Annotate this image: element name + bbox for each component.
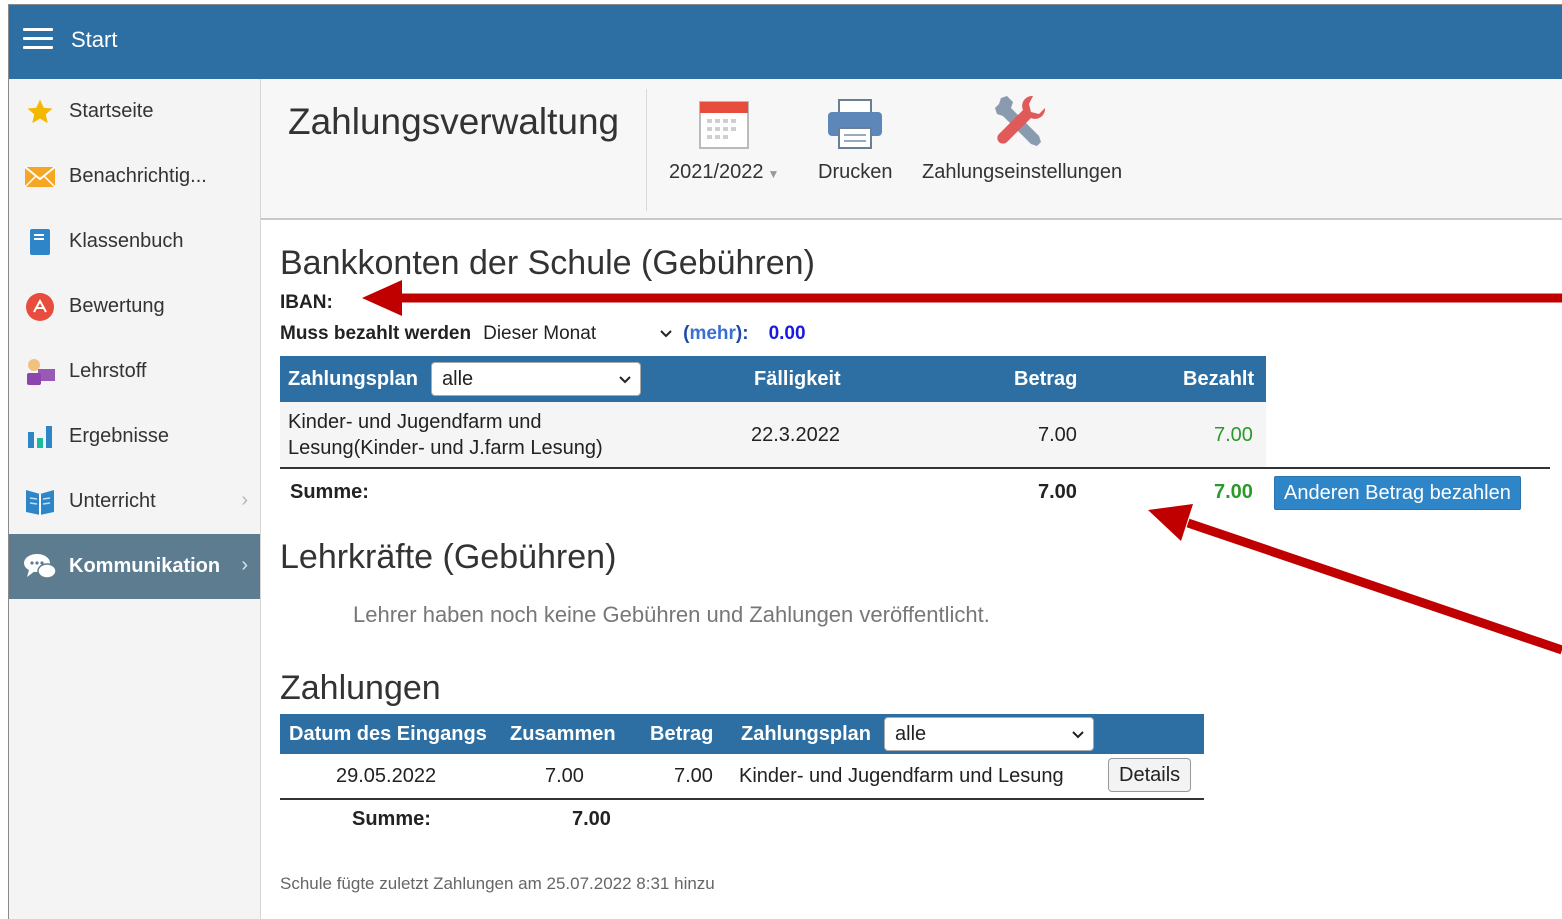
school-year-dropdown[interactable]: 2021/2022 ▼ [669,97,779,184]
fees-table-header: Zahlungsplan alle Fälligkeit Betrag Beza… [280,356,1266,402]
fee-amount: 7.00 [1038,423,1077,446]
bar-chart-icon [23,420,57,454]
plan-filter-value: alle [442,367,474,390]
payments-plan-filter-select[interactable]: alle [884,717,1094,751]
book-icon [23,225,57,259]
table-row: 29.05.2022 7.00 7.00 Kinder- und Jugendf… [280,754,1204,798]
must-pay-value: 0.00 [768,323,806,344]
school-year-label: 2021/2022 [669,161,764,183]
sidebar-item-label: Bewertung [69,295,165,317]
main-content: Bankkonten der Schule (Gebühren) IBAN: M… [261,222,1562,919]
top-bar-title[interactable]: Start [71,27,117,53]
teachers-heading: Lehrkräfte (Gebühren) [280,538,617,576]
column-header-plan: Zahlungsplan [741,722,871,745]
chat-icon [23,550,57,584]
sidebar-item-klassenbuch[interactable]: Klassenbuch [9,209,260,274]
sum-paid: 7.00 [1214,480,1253,503]
column-header-date: Datum des Eingangs [289,722,487,745]
payment-total: 7.00 [545,764,584,787]
sidebar-item-label: Lehrstoff [69,360,147,382]
tools-icon [993,92,1051,155]
envelope-icon [23,160,57,194]
sidebar-item-kommunikation[interactable]: Kommunikation › [9,534,260,599]
sidebar-item-unterricht[interactable]: Unterricht › [9,469,260,534]
chevron-down-icon [618,368,632,391]
toolbar-divider [646,89,647,211]
details-button[interactable]: Details [1108,758,1192,792]
toolbar: Zahlungsverwaltung 2021/2022 ▼ Drucken Z… [261,79,1562,220]
top-bar: Start [9,5,1562,79]
plan-filter-select[interactable]: alle [431,362,641,396]
sidebar-item-ergebnisse[interactable]: Ergebnisse [9,404,260,469]
month-select-value: Dieser Monat [483,323,597,344]
sidebar-item-label: Ergebnisse [69,425,170,447]
more-link[interactable]: mehr [689,323,735,344]
hamburger-menu-icon[interactable] [23,28,53,52]
sidebar-item-label: Startseite [69,100,154,122]
sidebar-item-benachrichtigungen[interactable]: Benachrichtig... [9,144,260,209]
payment-amount: 7.00 [674,764,713,787]
pay-other-amount-button[interactable]: Anderen Betrag bezahlen [1274,476,1521,510]
column-header-amount: Betrag [650,722,714,745]
grade-icon [23,290,57,324]
sidebar-item-label: Kommunikation [69,555,221,577]
sidebar-item-startseite[interactable]: Startseite [9,79,260,144]
star-icon [23,95,57,129]
sidebar-item-bewertung[interactable]: Bewertung [9,274,260,339]
column-header-plan: Zahlungsplan [288,367,418,390]
sum-label: Summe: [290,480,369,503]
iban-label: IBAN: [280,292,333,313]
payment-settings-button[interactable]: Zahlungseinstellungen [922,95,1123,184]
column-header-due: Fälligkeit [754,367,841,390]
sidebar: Startseite Benachrichtig... Klassenbuch … [9,79,261,919]
fee-paid: 7.00 [1214,423,1253,446]
printer-icon [826,98,884,155]
app-window: Start Startseite Benachrichtig... Klasse… [8,4,1562,919]
payment-plan: Kinder- und Jugendfarm und Lesung [739,764,1064,787]
caret-down-icon: ▼ [767,167,780,181]
last-payment-note: Schule fügte zuletzt Zahlungen am 25.07.… [280,874,715,893]
chevron-right-icon: › [241,489,248,511]
column-header-amount: Betrag [1014,367,1078,390]
month-select[interactable]: Dieser Monat [483,323,679,345]
print-button[interactable]: Drucken [818,97,892,184]
calendar-icon [699,98,750,155]
more-info: (mehr): [683,323,749,344]
sidebar-item-label: Klassenbuch [69,230,184,252]
divider [280,467,1550,469]
sidebar-item-label: Unterricht [69,490,156,512]
chevron-right-icon: › [241,554,248,576]
sum-total: 7.00 [572,807,611,830]
payments-sum-row: Summe: 7.00 [280,800,1204,838]
fee-due-date: 22.3.2022 [751,423,840,446]
sidebar-item-label: Benachrichtig... [69,165,207,187]
sum-label: Summe: [352,807,431,830]
fee-name: Kinder- und Jugendfarm und Lesung(Kinder… [288,411,603,459]
plan-filter-value: alle [895,722,927,745]
page-title: Zahlungsverwaltung [288,101,620,142]
payment-date: 29.05.2022 [336,764,437,787]
payments-table-header: Datum des Eingangs Zusammen Betrag Zahlu… [280,714,1204,754]
fees-sum-row: Summe: 7.00 7.00 Anderen Betrag bezahlen [280,470,1550,514]
table-row: Kinder- und Jugendfarm und Lesung(Kinder… [280,402,1266,468]
chevron-down-icon [1071,723,1085,746]
sum-amount: 7.00 [1038,480,1077,503]
column-header-paid: Bezahlt [1183,367,1255,390]
teacher-icon [23,355,57,389]
teachers-empty-text: Lehrer haben noch keine Gebühren und Zah… [353,602,990,627]
open-book-icon [23,485,57,519]
payments-heading: Zahlungen [280,669,441,707]
must-pay-row: Muss bezahlt werden Dieser Monat (mehr):… [280,323,806,345]
must-pay-label: Muss bezahlt werden [280,323,472,344]
chevron-down-icon [659,323,673,345]
print-label: Drucken [818,161,893,183]
bank-accounts-heading: Bankkonten der Schule (Gebühren) [280,244,815,282]
column-header-total: Zusammen [510,722,616,745]
sidebar-item-lehrstoff[interactable]: Lehrstoff [9,339,260,404]
payment-settings-label: Zahlungseinstellungen [922,161,1123,183]
